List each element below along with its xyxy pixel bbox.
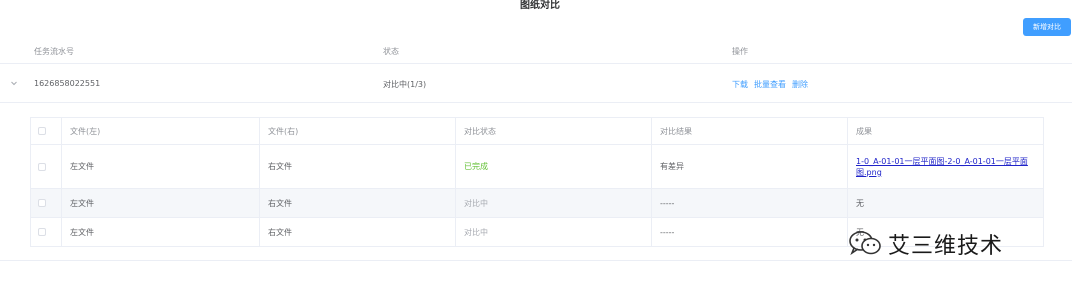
chevron-down-icon[interactable] [10, 79, 18, 87]
row-select-cell [31, 189, 62, 217]
output-cell: 无 [856, 198, 864, 208]
new-compare-button[interactable]: 新增对比 [1023, 18, 1071, 36]
output-file-link[interactable]: 1-0_A-01-01一层平面图-2-0_A-01-01一层平面图.png [856, 156, 1043, 178]
header-left-file: 文件(左) [62, 118, 260, 144]
outer-table-header: 任务流水号 状态 操作 [0, 37, 1072, 64]
compare-result-cell: ----- [652, 218, 848, 246]
table-row: 1626858022551 对比中(1/3) 下载 批量查看 删除 [0, 64, 1072, 103]
compare-result-cell: ----- [652, 189, 848, 217]
header-actions: 操作 [732, 47, 748, 56]
right-file-cell: 右文件 [260, 218, 456, 246]
table-row: 左文件 右文件 对比中 ----- 无 [31, 189, 1043, 218]
delete-link[interactable]: 删除 [792, 80, 808, 89]
page-title: 图纸对比 [520, 0, 560, 11]
compare-status-cell: 对比中 [456, 218, 652, 246]
watermark: 艾三维技术 [848, 229, 1003, 259]
right-file-cell: 右文件 [260, 145, 456, 188]
download-link[interactable]: 下载 [732, 80, 748, 89]
row-checkbox[interactable] [38, 228, 46, 236]
table-row: 左文件 右文件 已完成 有差异 1-0_A-01-01一层平面图-2-0_A-0… [31, 145, 1043, 189]
row-select-cell [31, 145, 62, 188]
header-compare-status: 对比状态 [456, 118, 652, 144]
header-output: 成果 [856, 126, 872, 136]
compare-status-cell: 已完成 [456, 145, 652, 188]
row-checkbox[interactable] [38, 162, 46, 171]
actions-cell: 下载 批量查看 删除 [732, 79, 814, 90]
inner-table-header: 文件(左) 文件(右) 对比状态 对比结果 成果 [31, 118, 1043, 145]
batch-view-link[interactable]: 批量查看 [754, 80, 786, 89]
wechat-icon [848, 229, 882, 259]
task-no-cell: 1626858022551 [34, 79, 101, 88]
right-file-cell: 右文件 [260, 189, 456, 217]
compare-status-cell: 对比中 [456, 189, 652, 217]
status-cell: 对比中(1/3) [383, 80, 427, 89]
header-right-file: 文件(右) [260, 118, 456, 144]
header-task-no: 任务流水号 [34, 47, 74, 56]
compare-result-cell: 有差异 [652, 145, 848, 188]
row-select-cell [31, 218, 62, 246]
row-checkbox[interactable] [38, 199, 46, 207]
select-all-cell [31, 118, 62, 144]
header-compare-result: 对比结果 [652, 118, 848, 144]
select-all-checkbox[interactable] [38, 127, 46, 135]
header-status: 状态 [383, 47, 399, 56]
watermark-text: 艾三维技术 [888, 234, 1004, 259]
output-cell: 1-0_A-01-01一层平面图-2-0_A-01-01一层平面图.png [848, 145, 1043, 188]
left-file-cell: 左文件 [62, 218, 260, 246]
left-file-cell: 左文件 [62, 189, 260, 217]
left-file-cell: 左文件 [62, 145, 260, 188]
